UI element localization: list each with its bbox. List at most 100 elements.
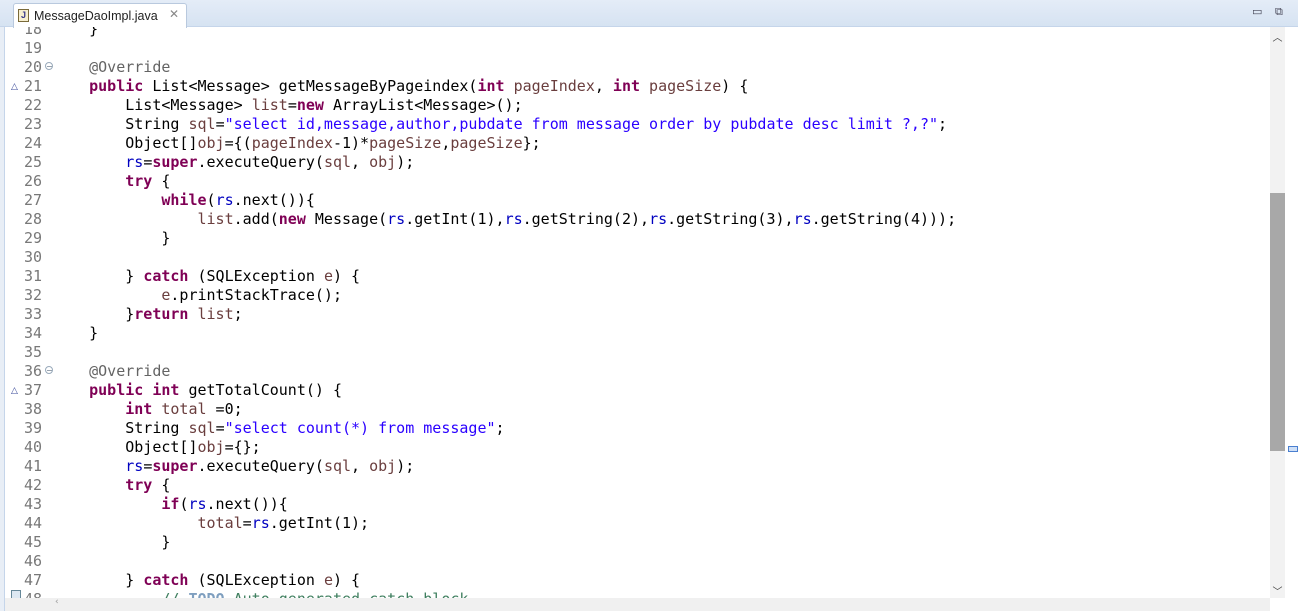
code-token: new [278,210,306,228]
code-line[interactable]: 24 Object[]obj={(pageIndex-1)*pageSize,p… [5,134,1270,153]
code-line[interactable]: 20− @Override [5,58,1270,77]
code-token: try [125,172,153,190]
code-token: @Override [53,58,171,76]
fold-collapse-icon[interactable]: − [45,62,53,71]
code-token: obj [369,153,397,171]
code-line[interactable]: 26 try { [5,172,1270,191]
code-line[interactable]: 21 △ public List<Message> getMessageByPag… [5,77,1270,96]
tab-messagedaoimpl[interactable]: J MessageDaoImpl.java ✕ [13,3,187,28]
horizontal-scrollbar[interactable]: ‹ [5,597,1270,611]
code-line[interactable]: 38 int total =0; [5,400,1270,419]
code-text: while(rs.next()){ [53,191,315,210]
code-token: ( [206,191,216,209]
restore-icon[interactable]: ⧉ [1275,5,1283,19]
close-icon[interactable]: ✕ [169,7,179,21]
code-line[interactable]: 34 } [5,324,1270,343]
code-token: rs [387,210,406,228]
code-token: int [125,400,153,418]
code-token: .getInt(1), [405,210,505,228]
line-number: 43 [23,495,42,513]
code-token: try [125,476,153,494]
line-number: 18 [23,27,42,38]
code-line[interactable]: 43 if(rs.next()){ [5,495,1270,514]
code-line[interactable]: 31 } catch (SQLException e) { [5,267,1270,286]
code-line[interactable]: 48 // TODO Auto-generated catch block [5,590,1270,598]
line-number: 28 [23,210,42,228]
code-token: getTotalCount() { [179,381,342,399]
code-text: rs=super.executeQuery(sql, obj); [53,457,414,476]
code-line[interactable]: 27 while(rs.next()){ [5,191,1270,210]
code-token: e [323,267,333,285]
code-text: public int getTotalCount() { [53,381,342,400]
code-line[interactable]: 22 List<Message> list=new ArrayList<Mess… [5,96,1270,115]
code-line[interactable]: 36− @Override [5,362,1270,381]
code-line[interactable]: 33 }return list; [5,305,1270,324]
code-line[interactable]: 42 try { [5,476,1270,495]
code-line[interactable]: 25 rs=super.executeQuery(sql, obj); [5,153,1270,172]
code-token: List<Message> [53,96,252,114]
code-line[interactable]: 40 Object[]obj={}; [5,438,1270,457]
overview-marker[interactable] [1288,446,1298,452]
line-number: 40 [23,438,42,456]
code-text: e.printStackTrace(); [53,286,342,305]
code-line[interactable]: 39 String sql="select count(*) from mess… [5,419,1270,438]
vertical-scrollbar[interactable]: ︿ ﹀ [1270,27,1285,598]
line-number: 46 [23,552,42,570]
code-text: try { [53,476,170,495]
code-token: , [594,77,613,95]
scroll-down-icon[interactable]: ﹀ [1270,583,1285,598]
line-number: 22 [23,96,42,114]
code-token: new [296,96,324,114]
line-number: 31 [23,267,42,285]
code-line[interactable]: 41 rs=super.executeQuery(sql, obj); [5,457,1270,476]
code-line[interactable]: 45 } [5,533,1270,552]
code-token: } [53,229,171,247]
code-token: .executeQuery( [197,153,324,171]
code-line[interactable]: 47 } catch (SQLException e) { [5,571,1270,590]
task-marker-icon[interactable] [11,590,21,598]
code-line[interactable]: 37 △ public int getTotalCount() { [5,381,1270,400]
code-line[interactable]: 32 e.printStackTrace(); [5,286,1270,305]
code-line[interactable]: 28 list.add(new Message(rs.getInt(1),rs.… [5,210,1270,229]
code-token: e [323,571,333,589]
code-line[interactable]: 29 } [5,229,1270,248]
code-token: =0; [206,400,243,418]
line-number: 33 [23,305,42,323]
override-marker-icon[interactable]: △ [11,382,18,401]
code-line[interactable]: 18 } [5,27,1270,39]
line-number: 26 [23,172,42,190]
code-line[interactable]: 19 [5,39,1270,58]
line-number: 36 [23,362,42,380]
code-token: ); [396,153,415,171]
code-line[interactable]: 44 total=rs.getInt(1); [5,514,1270,533]
code-line[interactable]: 23 String sql="select id,message,author,… [5,115,1270,134]
code-text: } catch (SQLException e) { [53,267,360,286]
code-token: } [53,27,99,38]
code-token: } [53,305,135,323]
code-line[interactable]: 30 [5,248,1270,267]
code-line[interactable]: 35 [5,343,1270,362]
scroll-up-icon[interactable]: ︿ [1270,29,1285,44]
minimize-icon[interactable]: ▭ [1252,5,1262,18]
code-text: String sql="select count(*) from message… [53,419,504,438]
code-token: int [612,77,641,95]
line-number: 38 [23,400,42,418]
code-token: } [53,324,99,342]
scrollbar-thumb[interactable] [1270,193,1285,451]
scroll-left-icon[interactable]: ‹ [55,597,59,607]
code-token: list [197,305,234,323]
code-token: sql [188,419,216,437]
override-marker-icon[interactable]: △ [11,78,18,97]
fold-collapse-icon[interactable]: − [45,366,53,375]
code-token: "select count(*) from message" [224,419,496,437]
code-token: catch [143,571,189,589]
code-token: pageSize [369,134,442,152]
line-number: 32 [23,286,42,304]
code-editor[interactable]: 18 } 19 20− @Override 21 △ public List<Messa… [5,27,1270,598]
code-text: Object[]obj={(pageIndex-1)*pageSize,page… [53,134,540,153]
code-line[interactable]: 46 [5,552,1270,571]
